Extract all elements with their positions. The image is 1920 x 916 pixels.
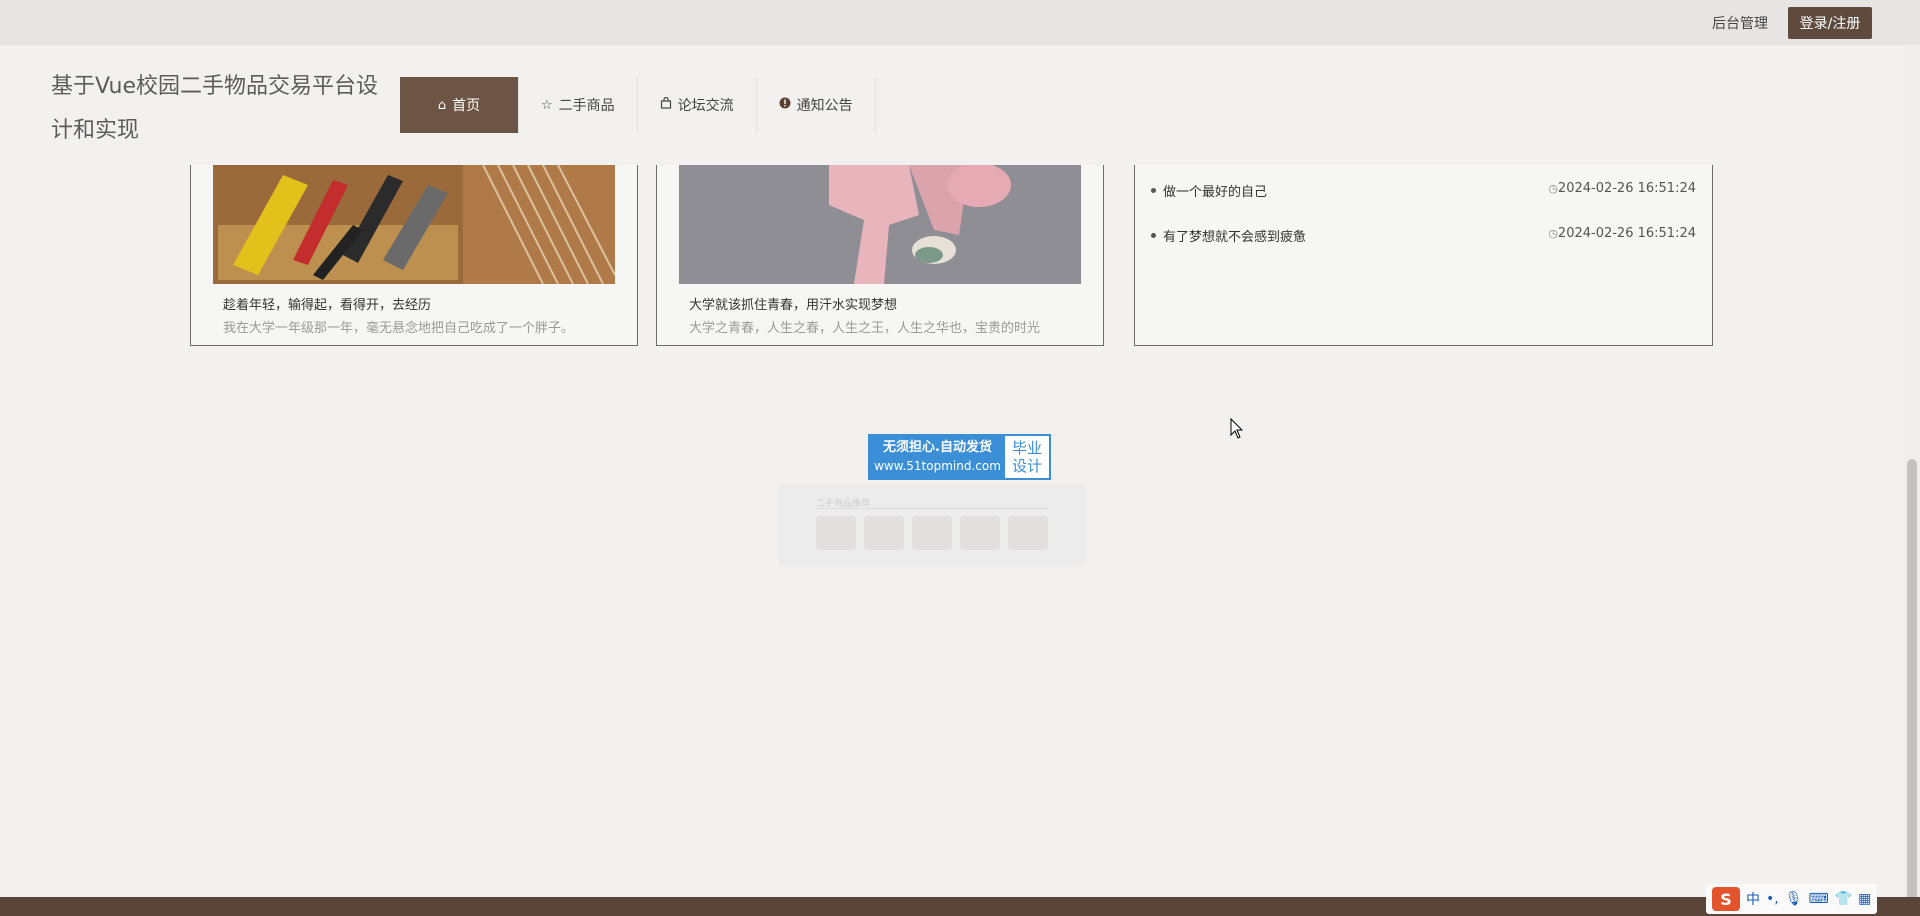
goods-thumbnail — [1008, 516, 1048, 550]
skin-shirt-icon[interactable]: 👕 — [1835, 891, 1852, 907]
clock-icon: ◷ — [1548, 182, 1558, 195]
mouse-cursor-icon — [1230, 417, 1244, 444]
news-title[interactable]: 做一个最好的自己 — [1163, 181, 1267, 200]
scrollbar-thumb[interactable] — [1907, 459, 1917, 909]
ime-punctuation-toggle[interactable]: •, — [1766, 891, 1779, 907]
ime-toolbar[interactable]: S 中 •, 🎙 ⌨ 👕 ▦ — [1706, 884, 1878, 914]
top-utility-bar: 后台管理 登录/注册 — [0, 0, 1920, 45]
page-scrollbar[interactable] — [1904, 45, 1920, 916]
faded-goods-recommend-panel: 二手商品推荐 — [778, 484, 1086, 566]
ime-language-toggle[interactable]: 中 — [1746, 889, 1760, 909]
article-title[interactable]: 趁着年轻，输得起，看得开，去经历 — [223, 294, 431, 313]
article-title[interactable]: 大学就该抓住青春，用汗水实现梦想 — [689, 294, 897, 313]
microphone-icon[interactable]: 🎙 — [1785, 891, 1803, 907]
goods-thumbnail — [816, 516, 856, 550]
news-list-card: 做一个最好的自己 ◷2024-02-26 16:51:24 有了梦想就不会感到疲… — [1134, 165, 1713, 346]
nav-announcements[interactable]: 通知公告 — [757, 77, 876, 133]
article-card[interactable]: 大学就该抓住青春，用汗水实现梦想 大学之青春，人生之春，人生之王，人生之华也，宝… — [656, 165, 1104, 346]
page-footer — [0, 897, 1920, 916]
news-date: ◷2024-02-26 16:51:24 — [1548, 226, 1696, 241]
nav-secondhand-goods[interactable]: ☆ 二手商品 — [519, 77, 638, 133]
watermark-ad-line1: 无须担心.自动发货 — [883, 440, 992, 455]
nav-announcements-label: 通知公告 — [796, 98, 853, 114]
nav-forum-label: 论坛交流 — [677, 98, 734, 114]
article-card[interactable]: 趁着年轻，输得起，看得开，去经历 我在大学一年级那一年，毫无悬念地把自己吃成了一… — [190, 165, 638, 346]
divider — [816, 508, 1048, 509]
news-title[interactable]: 有了梦想就不会感到疲惫 — [1163, 226, 1306, 245]
watermark-ad-url: www.51topmind.com — [874, 459, 1001, 473]
news-item[interactable]: 做一个最好的自己 — [1151, 181, 1267, 200]
toolbox-grid-icon[interactable]: ▦ — [1858, 891, 1871, 907]
keyboard-icon[interactable]: ⌨ — [1809, 891, 1829, 907]
goods-thumbnail — [912, 516, 952, 550]
main-nav: ⌂ 首页 ☆ 二手商品 论坛交流 通知公告 — [400, 77, 876, 133]
nav-secondhand-goods-label: 二手商品 — [558, 98, 615, 114]
watermark-ad-left: 无须担心.自动发货 www.51topmind.com — [870, 436, 1005, 478]
nav-forum[interactable]: 论坛交流 — [638, 77, 757, 133]
article-summary: 我在大学一年级那一年，毫无悬念地把自己吃成了一个胖子。 — [223, 321, 575, 336]
sogou-logo-icon[interactable]: S — [1712, 887, 1740, 911]
bullet-icon — [1151, 233, 1156, 238]
nav-home-label: 首页 — [452, 98, 481, 114]
watermark-ad-right1: 毕业 — [1011, 439, 1042, 457]
login-register-button[interactable]: 登录/注册 — [1788, 7, 1872, 39]
star-icon: ☆ — [541, 97, 553, 113]
article-image-tools — [213, 165, 615, 284]
watermark-ad-right2: 设计 — [1011, 457, 1042, 475]
news-item[interactable]: 有了梦想就不会感到疲惫 — [1151, 226, 1306, 245]
news-date: ◷2024-02-26 16:51:24 — [1548, 181, 1696, 196]
article-image-clothes — [679, 165, 1081, 284]
site-title: 基于Vue校园二手物品交易平台设计和实现 — [51, 74, 379, 143]
site-header: 基于Vue校园二手物品交易平台设计和实现 ⌂ 首页 ☆ 二手商品 论坛交流 通知… — [0, 45, 1904, 165]
article-summary: 大学之青春，人生之春，人生之王，人生之华也，宝贵的时光 — [689, 321, 1041, 336]
alert-icon — [779, 97, 791, 113]
home-icon: ⌂ — [437, 97, 447, 113]
bullet-icon — [1151, 188, 1156, 193]
admin-link[interactable]: 后台管理 — [1712, 13, 1768, 33]
watermark-ad: 无须担心.自动发货 www.51topmind.com 毕业 设计 — [868, 434, 1051, 480]
goods-thumbnail — [864, 516, 904, 550]
bag-icon — [660, 96, 672, 113]
goods-thumbnail — [960, 516, 1000, 550]
nav-home[interactable]: ⌂ 首页 — [400, 77, 519, 133]
watermark-ad-right: 毕业 设计 — [1005, 436, 1049, 478]
clock-icon: ◷ — [1548, 227, 1558, 240]
